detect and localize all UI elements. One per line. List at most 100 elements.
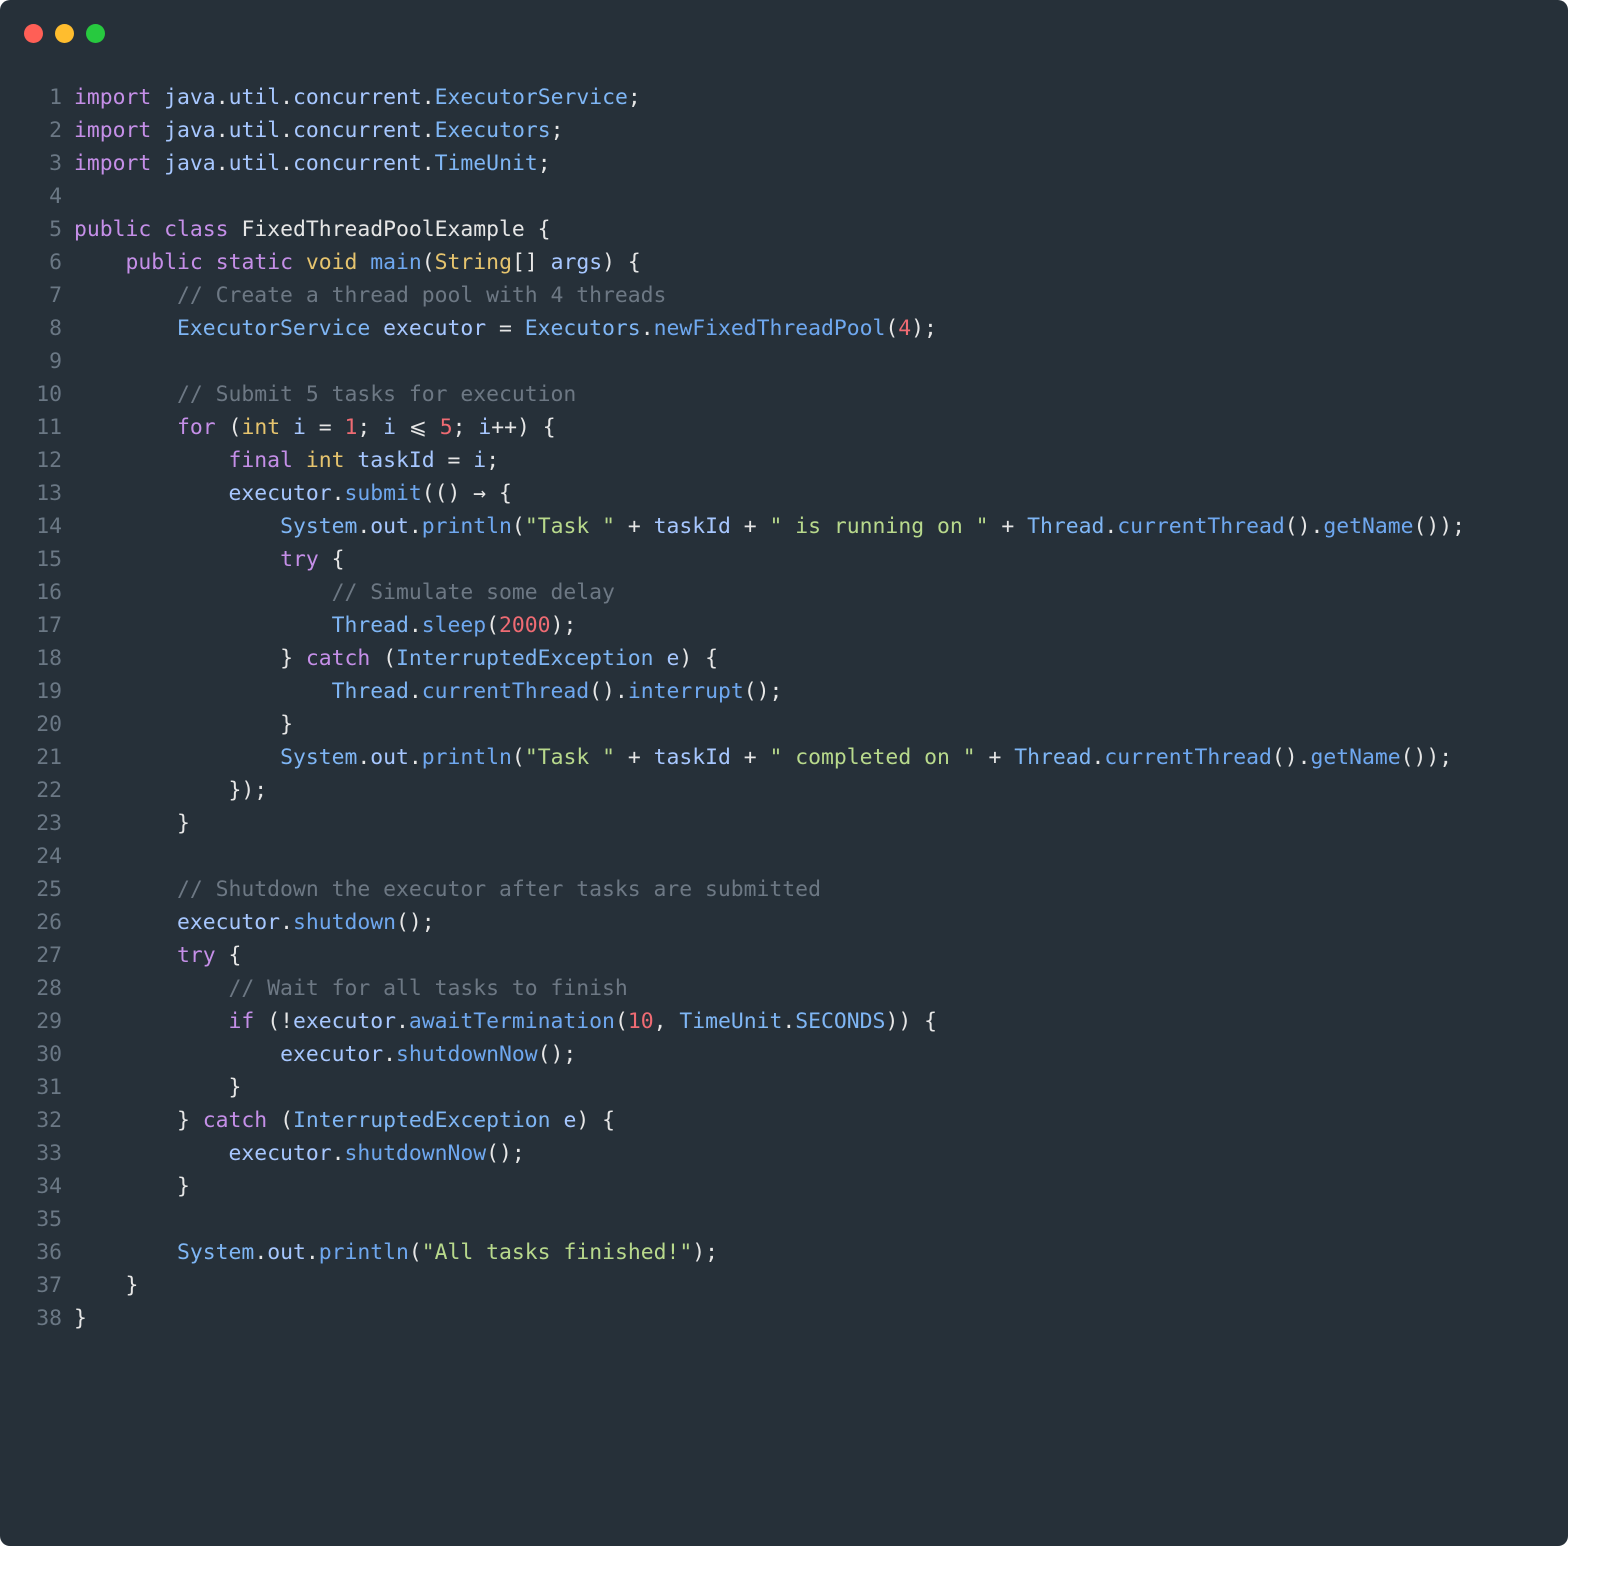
code-text: import java.util.concurrent.TimeUnit; — [62, 147, 551, 180]
code-token: SECONDS — [795, 1009, 886, 1034]
code-token: [] — [511, 250, 551, 275]
code-token: i — [478, 415, 492, 440]
line-number: 6 — [49, 250, 62, 275]
code-token: import — [74, 151, 152, 176]
code-token: = — [486, 316, 525, 341]
code-token: i — [383, 415, 397, 440]
code-token: ); — [911, 316, 937, 341]
code-token: catch — [202, 1108, 268, 1133]
code-token: ; — [550, 118, 564, 143]
code-token: ( — [486, 613, 500, 638]
code-token: . — [421, 85, 435, 110]
code-text: // Wait for all tasks to finish — [62, 972, 628, 1005]
line-number: 19 — [36, 679, 62, 704]
code-text: } — [62, 807, 190, 840]
code-line: 36 System.out.println("All tasks finishe… — [0, 1236, 1465, 1269]
code-token: + — [614, 514, 654, 539]
code-token: getName — [1323, 514, 1414, 539]
code-token: "Task " — [524, 514, 615, 539]
minimize-window-button[interactable] — [55, 24, 74, 43]
code-line: 21 System.out.println("Task " + taskId +… — [0, 741, 1465, 774]
code-token: System — [280, 745, 358, 770]
line-number: 36 — [36, 1240, 62, 1265]
line-number: 13 — [36, 481, 62, 506]
code-token: // Create a thread pool with 4 threads — [177, 283, 667, 308]
code-token: . — [331, 1141, 345, 1166]
code-line: 26 executor.shutdown(); — [0, 906, 1465, 939]
code-token: } — [177, 1108, 203, 1133]
code-token: "Task " — [524, 745, 615, 770]
line-number: 15 — [36, 547, 62, 572]
code-token: out — [370, 514, 409, 539]
code-token: concurrent — [292, 118, 422, 143]
code-token: java — [164, 118, 216, 143]
code-token: 1 — [344, 415, 358, 440]
zoom-window-button[interactable] — [86, 24, 105, 43]
code-token: . — [280, 910, 293, 935]
code-line: 33 executor.shutdownNow(); — [0, 1137, 1465, 1170]
code-token: . — [1091, 745, 1105, 770]
code-token: ; — [486, 448, 500, 473]
line-number: 38 — [36, 1306, 62, 1331]
code-line: 11 for (int i = 1; i ⩽ 5; i++) { — [0, 411, 1465, 444]
code-token: getName — [1310, 745, 1401, 770]
code-token: . — [215, 85, 229, 110]
code-line: 14 System.out.println("Task " + taskId +… — [0, 510, 1465, 543]
code-token: } — [280, 646, 306, 671]
code-token: (); — [537, 1042, 577, 1067]
code-line: 8 ExecutorService executor = Executors.n… — [0, 312, 1465, 345]
code-token: executor — [292, 1009, 396, 1034]
code-token: . — [408, 613, 422, 638]
code-token: ( — [408, 1240, 422, 1265]
close-window-button[interactable] — [24, 24, 43, 43]
code-line: 22 }); — [0, 774, 1465, 807]
code-token: ) { — [679, 646, 718, 671]
code-token: newFixedThreadPool — [653, 316, 886, 341]
line-number: 33 — [36, 1141, 62, 1166]
code-token: final — [228, 448, 293, 473]
code-token: } — [177, 1174, 190, 1199]
line-number: 30 — [36, 1042, 62, 1067]
code-token: String — [434, 250, 512, 275]
line-number: 11 — [36, 415, 62, 440]
code-text: } — [62, 1269, 139, 1302]
code-text: // Submit 5 tasks for execution — [62, 378, 576, 411]
code-token: e — [563, 1108, 577, 1133]
code-token: . — [395, 1009, 409, 1034]
code-token: ( — [511, 745, 525, 770]
code-token: = — [305, 415, 345, 440]
line-number: 16 — [36, 580, 62, 605]
line-number: 4 — [49, 184, 62, 209]
code-token: try — [280, 547, 319, 572]
code-line: 37 } — [0, 1269, 1465, 1302]
code-token: executor — [228, 481, 332, 506]
code-token: . — [357, 514, 371, 539]
code-token: java — [164, 85, 216, 110]
line-number: 31 — [36, 1075, 62, 1100]
code-token: InterruptedException — [292, 1108, 551, 1133]
code-editor[interactable]: 1 import java.util.concurrent.ExecutorSer… — [0, 81, 1465, 1335]
code-text: System.out.println("All tasks finished!"… — [62, 1236, 718, 1269]
code-token: (). — [589, 679, 628, 704]
code-token: TimeUnit — [679, 1009, 783, 1034]
code-token: // Shutdown the executor after tasks are… — [177, 877, 821, 902]
code-token: . — [215, 151, 229, 176]
code-line: 10 // Submit 5 tasks for execution — [0, 378, 1465, 411]
code-line: 31 } — [0, 1071, 1465, 1104]
code-token: ); — [692, 1240, 718, 1265]
code-text: import java.util.concurrent.Executors; — [62, 114, 563, 147]
